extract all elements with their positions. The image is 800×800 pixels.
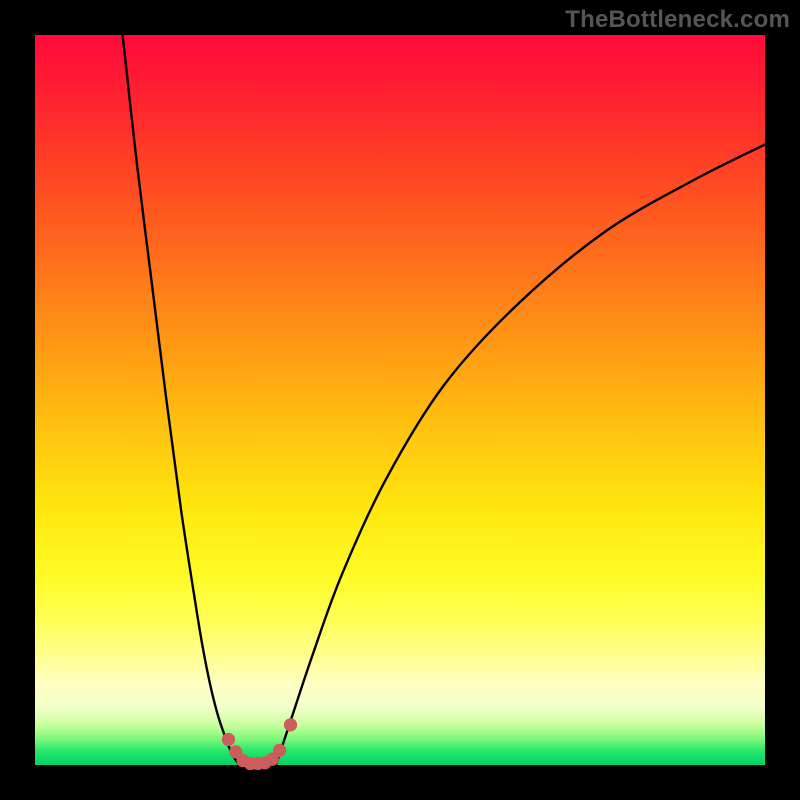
- outer-frame: TheBottleneck.com: [0, 0, 800, 800]
- valley-marker: [284, 718, 297, 731]
- bottleneck-curve: [123, 35, 765, 768]
- watermark-text: TheBottleneck.com: [565, 6, 790, 34]
- curve-layer: [123, 35, 765, 768]
- curve-svg: [35, 35, 765, 765]
- plot-area: [35, 35, 765, 765]
- valley-marker: [273, 744, 286, 757]
- valley-marker: [222, 733, 235, 746]
- marker-layer: [222, 718, 297, 770]
